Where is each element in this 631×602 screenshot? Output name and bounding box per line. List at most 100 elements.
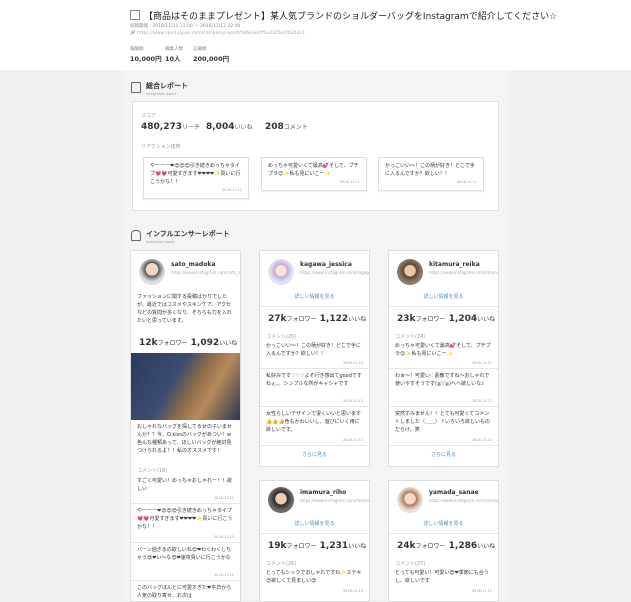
instagram-url[interactable]: https://www.instagram.com/imamura_riho — [300, 498, 369, 503]
avatar — [268, 259, 294, 285]
stat-value: 10,000円 — [130, 55, 162, 63]
username[interactable]: kitamura_reika — [429, 261, 480, 268]
avatar — [139, 259, 165, 285]
comments-unit: コメント — [283, 124, 308, 131]
follower-count: 23k — [397, 314, 416, 324]
username[interactable]: imamura_riho — [300, 489, 346, 496]
reaction-text: やーーー❤😍😍😍引き続きめっちゃタイプ💗💗可愛すぎます❤❤❤❤✨買いに行こうかな… — [150, 163, 241, 185]
reach-score: 480,273リーチ — [141, 122, 200, 132]
campaign-period: 投稿期間 : 2016/11/11 11:00 ～ 2016/11/12 22:… — [130, 24, 241, 29]
stat-reward: 報酬額 10,000円 — [130, 46, 162, 63]
detail-link[interactable]: 詳しい情報を見る — [260, 520, 369, 527]
comment-date: 2016.11.12 — [342, 438, 363, 442]
comment: 私好みです♡♡♡よそ行き感出てgoodですねぇ。。シンプルな所がキャシャです — [266, 373, 362, 387]
avatar — [397, 259, 423, 285]
follower-count: 12k — [139, 338, 158, 348]
report-icon — [131, 82, 141, 93]
post-photo[interactable] — [131, 353, 240, 420]
comments-value: 208 — [265, 122, 284, 132]
like-count: 1,092 — [190, 338, 220, 348]
comment: バーン過ぎるの欲しいね😍❤わくわくしちゃう😍❤い〜な😍❤速攻買いに行こうかな — [137, 547, 232, 561]
stat-recruit: 募集人数 10人 — [165, 46, 183, 63]
influencer-card: kagawa_jessica https://www.instagram.com… — [259, 250, 370, 467]
comment-date: 2016.11.12 — [213, 535, 234, 539]
follower-count: 24k — [397, 541, 416, 551]
comment-date: 2016.11.12 — [342, 589, 363, 593]
influencer-icon — [131, 230, 141, 241]
campaign-title-text: 【商品はそのままプレゼント】某人気ブランドのショルダーバッグをInstagram… — [144, 12, 558, 22]
campaign-title: 【商品はそのままプレゼント】某人気ブランドのショルダーバッグをInstagram… — [130, 9, 557, 22]
campaign-url[interactable]: 🔗 https://www.spirit-japan.com/company/r… — [130, 31, 305, 36]
instagram-url[interactable]: https://www.instagram.com/kitamura_reika — [429, 270, 498, 275]
like-unit: いいね — [219, 340, 238, 347]
more-link[interactable]: さらに見る — [260, 451, 369, 458]
like-count: 1,286 — [448, 541, 478, 551]
reaction-text: かっこいい〜！この柄が好き！どこで手に入るんですか？欲しい！！ — [385, 163, 475, 177]
follower-stats: 19kフォロワー 1,231いいね — [268, 541, 366, 551]
instagram-url[interactable]: https://www.instagram.com/kagawa_jessica — [300, 270, 369, 275]
like-unit: いいね — [477, 316, 496, 323]
comment: かっこいい〜！この柄が好き！どこで手に入るんですか？欲しい！！ — [266, 343, 361, 357]
likes-score: 8,004いいね — [206, 122, 252, 132]
follower-stats: 27kフォロワー 1,122いいね — [268, 314, 366, 324]
comment-date: 2016.11.11 — [213, 496, 234, 500]
comment: すごく可愛い！めっちゃおしゃれー！！欲しい — [137, 478, 233, 492]
comment-count: コメント(20) — [266, 334, 297, 340]
reaction-label: リアクション抜粋 — [141, 144, 181, 150]
divider — [131, 542, 240, 543]
campaign-header: 【商品はそのままプレゼント】某人気ブランドのショルダーバッグをInstagram… — [0, 0, 631, 70]
summary-heading: 総合レポート Integrated report — [146, 81, 188, 96]
stat-label: 応募額 — [193, 47, 207, 52]
comment: とってもシックでおしゃれですね✨ステキ😍欲しくて見ましい😍 — [266, 570, 362, 584]
divider — [260, 533, 369, 534]
divider — [260, 445, 369, 446]
like-count: 1,204 — [448, 314, 478, 324]
follower-stats: 12kフォロワー 1,092いいね — [139, 338, 237, 348]
follower-stats: 24kフォロワー 1,286いいね — [397, 541, 495, 551]
detail-link[interactable]: 詳しい情報を見る — [389, 293, 498, 300]
divider — [260, 406, 369, 407]
divider — [260, 306, 369, 307]
comment-date: 2016.11.12 — [213, 573, 234, 577]
divider — [389, 368, 498, 369]
instagram-url[interactable]: https://www.instagram.com/yamada_sanae — [429, 498, 498, 503]
username[interactable]: kagawa_jessica — [300, 261, 352, 268]
username[interactable]: sato_madoka — [171, 261, 215, 268]
detail-link[interactable]: 詳しい情報を見る — [260, 293, 369, 300]
stat-label: 募集人数 — [165, 47, 183, 52]
follower-count: 19k — [268, 541, 287, 551]
comment-date: 2016.11.12 — [471, 399, 492, 403]
reaction-card: めっちゃ可愛いくて最高💕そして、プチプラ😊✨私も見にいこー✨ 2016.11.11 — [261, 157, 367, 191]
influencer-card: imamura_riho https://www.instagram.com/i… — [259, 480, 370, 602]
reaction-date: 2016.11.11 — [456, 180, 477, 184]
follower-count: 27k — [268, 314, 287, 324]
influencer-title: インフルエンサーレポート — [146, 230, 230, 238]
more-link[interactable]: さらに見る — [389, 451, 498, 458]
comment-date: 2016.11.12 — [342, 399, 363, 403]
stat-value: 200,000円 — [193, 55, 230, 63]
divider — [389, 306, 498, 307]
post-caption: おしゃれなバッグを探してる女の子いませんか？？今、O.kissのバッグがあつい！… — [137, 424, 232, 454]
instagram-url[interactable]: https://www.instagram.com/sato_madoka — [171, 270, 240, 275]
report-area: 総合レポート Integrated report スコア 480,273リーチ 8… — [124, 70, 507, 602]
profile-description: ファッションに関する投稿ばかりでしたが、最近ではコスメやスキンケア、アクセなどの… — [137, 294, 232, 324]
stat-budget: 応募額 200,000円 — [193, 46, 229, 63]
stat-label: 報酬額 — [130, 47, 144, 52]
divider — [260, 368, 369, 369]
like-count: 1,122 — [319, 314, 349, 324]
avatar — [268, 487, 294, 513]
comment: とっても可愛い！可愛い😍❤季節にも合うし、欲しいです — [395, 570, 489, 584]
detail-link[interactable]: 詳しい情報を見る — [389, 520, 498, 527]
reaction-text: めっちゃ可愛いくて最高💕そして、プチプラ😊✨私も見にいこー✨ — [268, 163, 359, 177]
influencer-subtitle: Individual report — [146, 240, 175, 244]
divider — [389, 406, 498, 407]
comment-count: コメント(27) — [395, 561, 426, 567]
follower-unit: フォロワー — [415, 316, 446, 323]
comment-date: 2016.11.11 — [471, 361, 492, 365]
reaction-card: やーーー❤😍😍😍引き続きめっちゃタイプ💗💗可愛すぎます❤❤❤❤✨買いに行こうかな… — [143, 157, 249, 199]
follower-stats: 23kフォロワー 1,204いいね — [397, 314, 495, 324]
reaction-card: かっこいい〜！この柄が好き！どこで手に入るんですか？欲しい！！ 2016.11.1… — [378, 157, 484, 191]
follower-unit: フォロワー — [157, 340, 188, 347]
comment-count: コメント(26) — [266, 561, 297, 567]
username[interactable]: yamada_sanae — [429, 489, 479, 496]
